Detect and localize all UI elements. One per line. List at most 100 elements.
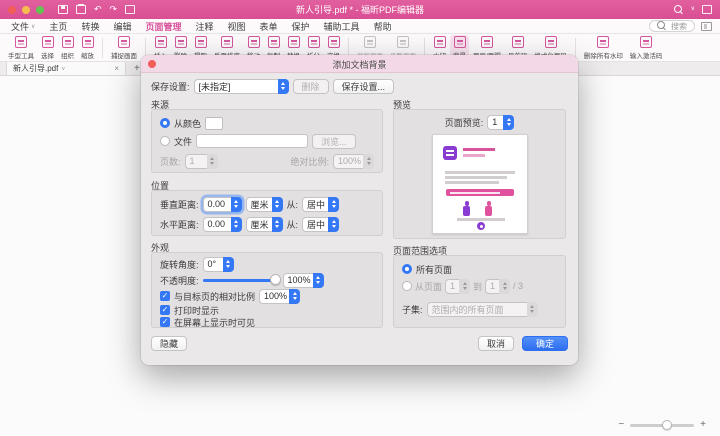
toolbar-item-enter-activation-code[interactable]: 输入激活码: [627, 35, 666, 61]
relative-scale-checkbox[interactable]: ✓: [160, 291, 170, 301]
page-count-stepper: 1: [185, 154, 218, 169]
page-preview-thumbnail: [432, 134, 528, 234]
subset-select: 范围内的所有页面: [427, 302, 538, 317]
titlebar: ↶ ↷ 新人引导.pdf * - 福昕PDF编辑器 ∨: [0, 0, 720, 19]
stepper-arrows-icon[interactable]: [289, 289, 300, 304]
page-preview-stepper[interactable]: 1: [487, 115, 514, 130]
vertical-unit-select[interactable]: 厘米: [246, 197, 283, 212]
ok-button[interactable]: 确定: [522, 336, 568, 351]
window-minimize-button[interactable]: [22, 6, 30, 14]
toolbar-item-snapshot[interactable]: 捕捉画面: [108, 35, 140, 61]
stepper-arrows-icon[interactable]: [231, 197, 242, 212]
email-icon[interactable]: [125, 5, 135, 14]
show-on-screen-label: 在屏幕上显示时可见: [174, 316, 255, 329]
organize-icon: [62, 36, 74, 48]
horizontal-unit-select[interactable]: 厘米: [246, 217, 283, 232]
toolbar-divider: [575, 38, 576, 58]
menu-item-help[interactable]: 帮助: [367, 19, 399, 33]
toolbar-item-select[interactable]: 选择: [38, 35, 57, 61]
save-settings-button[interactable]: 保存设置...: [333, 79, 395, 94]
rotation-stepper[interactable]: 0°: [203, 257, 234, 272]
tab-label: 新人引导.pdf: [13, 63, 58, 74]
menu-item-view[interactable]: 视图: [221, 19, 253, 33]
popup-arrows-icon[interactable]: [328, 217, 339, 232]
window-title: 新人引导.pdf * - 福昕PDF编辑器: [296, 3, 424, 16]
close-tab-icon[interactable]: ×: [114, 64, 119, 73]
window-close-button[interactable]: [8, 6, 16, 14]
background-icon: [454, 36, 466, 48]
menu-item-accessibility[interactable]: 辅助工具: [317, 19, 367, 33]
browse-button: 浏览...: [312, 134, 356, 149]
show-on-screen-checkbox[interactable]: ✓: [160, 317, 170, 327]
zoom-out-button[interactable]: −: [618, 420, 624, 430]
bates-icon: [512, 36, 524, 48]
redo-icon[interactable]: ↷: [110, 5, 118, 14]
color-well[interactable]: [205, 117, 223, 130]
opacity-stepper[interactable]: 100%: [283, 273, 324, 288]
menu-item-convert[interactable]: 转换: [74, 19, 106, 33]
menu-item-form[interactable]: 表单: [253, 19, 285, 33]
popup-arrows-icon[interactable]: [272, 217, 283, 232]
toolbar-divider: [102, 38, 103, 58]
from-file-radio[interactable]: [160, 136, 170, 146]
relative-scale-stepper[interactable]: 100%: [259, 289, 300, 304]
stepper-arrows-icon[interactable]: [231, 217, 242, 232]
account-icon[interactable]: [702, 5, 712, 14]
save-icon[interactable]: [58, 5, 68, 14]
stepper-arrows-icon[interactable]: [313, 273, 324, 288]
remove-all-watermarks-icon: [597, 36, 609, 48]
cancel-button[interactable]: 取消: [478, 336, 514, 351]
opacity-slider[interactable]: [203, 279, 279, 282]
toolbar-item-zoom[interactable]: 缩放: [78, 35, 97, 61]
toolbar-item-remove-all-watermarks[interactable]: 删除所有水印: [581, 35, 626, 61]
chevron-down-icon[interactable]: ∨: [61, 66, 65, 72]
menu-item-protect[interactable]: 保护: [285, 19, 317, 33]
file-label: 文件: [174, 135, 192, 148]
search-box[interactable]: 搜索: [649, 20, 695, 32]
toolbar-item-hand-tool[interactable]: 手型工具: [5, 35, 37, 61]
stepper-arrows-icon[interactable]: [223, 257, 234, 272]
file-path-input[interactable]: [196, 134, 308, 148]
stepper-arrows-icon[interactable]: [503, 115, 514, 130]
stepper-arrows-icon: [207, 154, 218, 169]
search-icon[interactable]: [674, 5, 684, 15]
watermark-icon: [434, 36, 446, 48]
from-color-radio[interactable]: [160, 118, 170, 128]
insert-icon: [155, 36, 167, 48]
menu-item-comment[interactable]: 注释: [188, 19, 220, 33]
opacity-slider-knob[interactable]: [270, 274, 281, 285]
menu-item-home[interactable]: 主页: [42, 19, 74, 33]
horizontal-distance-stepper[interactable]: 0.00: [203, 217, 242, 232]
print-icon[interactable]: [76, 5, 86, 14]
menu-item-file[interactable]: 文件∨: [4, 19, 42, 33]
zoom-slider-knob[interactable]: [662, 420, 672, 430]
toolbar-item-organize[interactable]: 组织: [58, 35, 77, 61]
undo-icon[interactable]: ↶: [94, 5, 102, 14]
page-range-radio[interactable]: [402, 281, 412, 291]
vertical-distance-stepper[interactable]: 0.00: [203, 197, 242, 212]
menu-item-page-management[interactable]: 页面管理: [138, 19, 188, 33]
popup-arrows-icon: [278, 79, 289, 94]
from-page-label: 从页面: [415, 280, 442, 293]
reading-view-icon[interactable]: [701, 22, 712, 31]
zoom-slider[interactable]: [630, 424, 694, 427]
popup-arrows-icon[interactable]: [272, 197, 283, 212]
popup-arrows-icon[interactable]: [328, 197, 339, 212]
document-tab[interactable]: 新人引导.pdf ∨ ×: [6, 62, 126, 75]
horizontal-from-select[interactable]: 居中: [302, 217, 339, 232]
illustration-figure: [485, 206, 492, 216]
position-panel: 垂直距离: 0.00 厘米 从: 居中 水平距离: 0.00: [151, 190, 383, 236]
hide-button[interactable]: 隐藏: [151, 336, 187, 351]
zoom-in-button[interactable]: +: [700, 420, 706, 430]
snapshot-icon: [118, 36, 130, 48]
opacity-label: 不透明度:: [160, 274, 199, 287]
chevron-down-icon[interactable]: ∨: [691, 5, 695, 14]
illustration-figure: [463, 206, 470, 216]
all-pages-radio[interactable]: [402, 264, 412, 274]
save-settings-select[interactable]: [未指定]: [194, 79, 289, 94]
zoom-icon: [82, 36, 94, 48]
to-label: 到: [473, 280, 482, 293]
window-zoom-button[interactable]: [36, 6, 44, 14]
menu-item-edit[interactable]: 编辑: [106, 19, 138, 33]
vertical-from-select[interactable]: 居中: [302, 197, 339, 212]
